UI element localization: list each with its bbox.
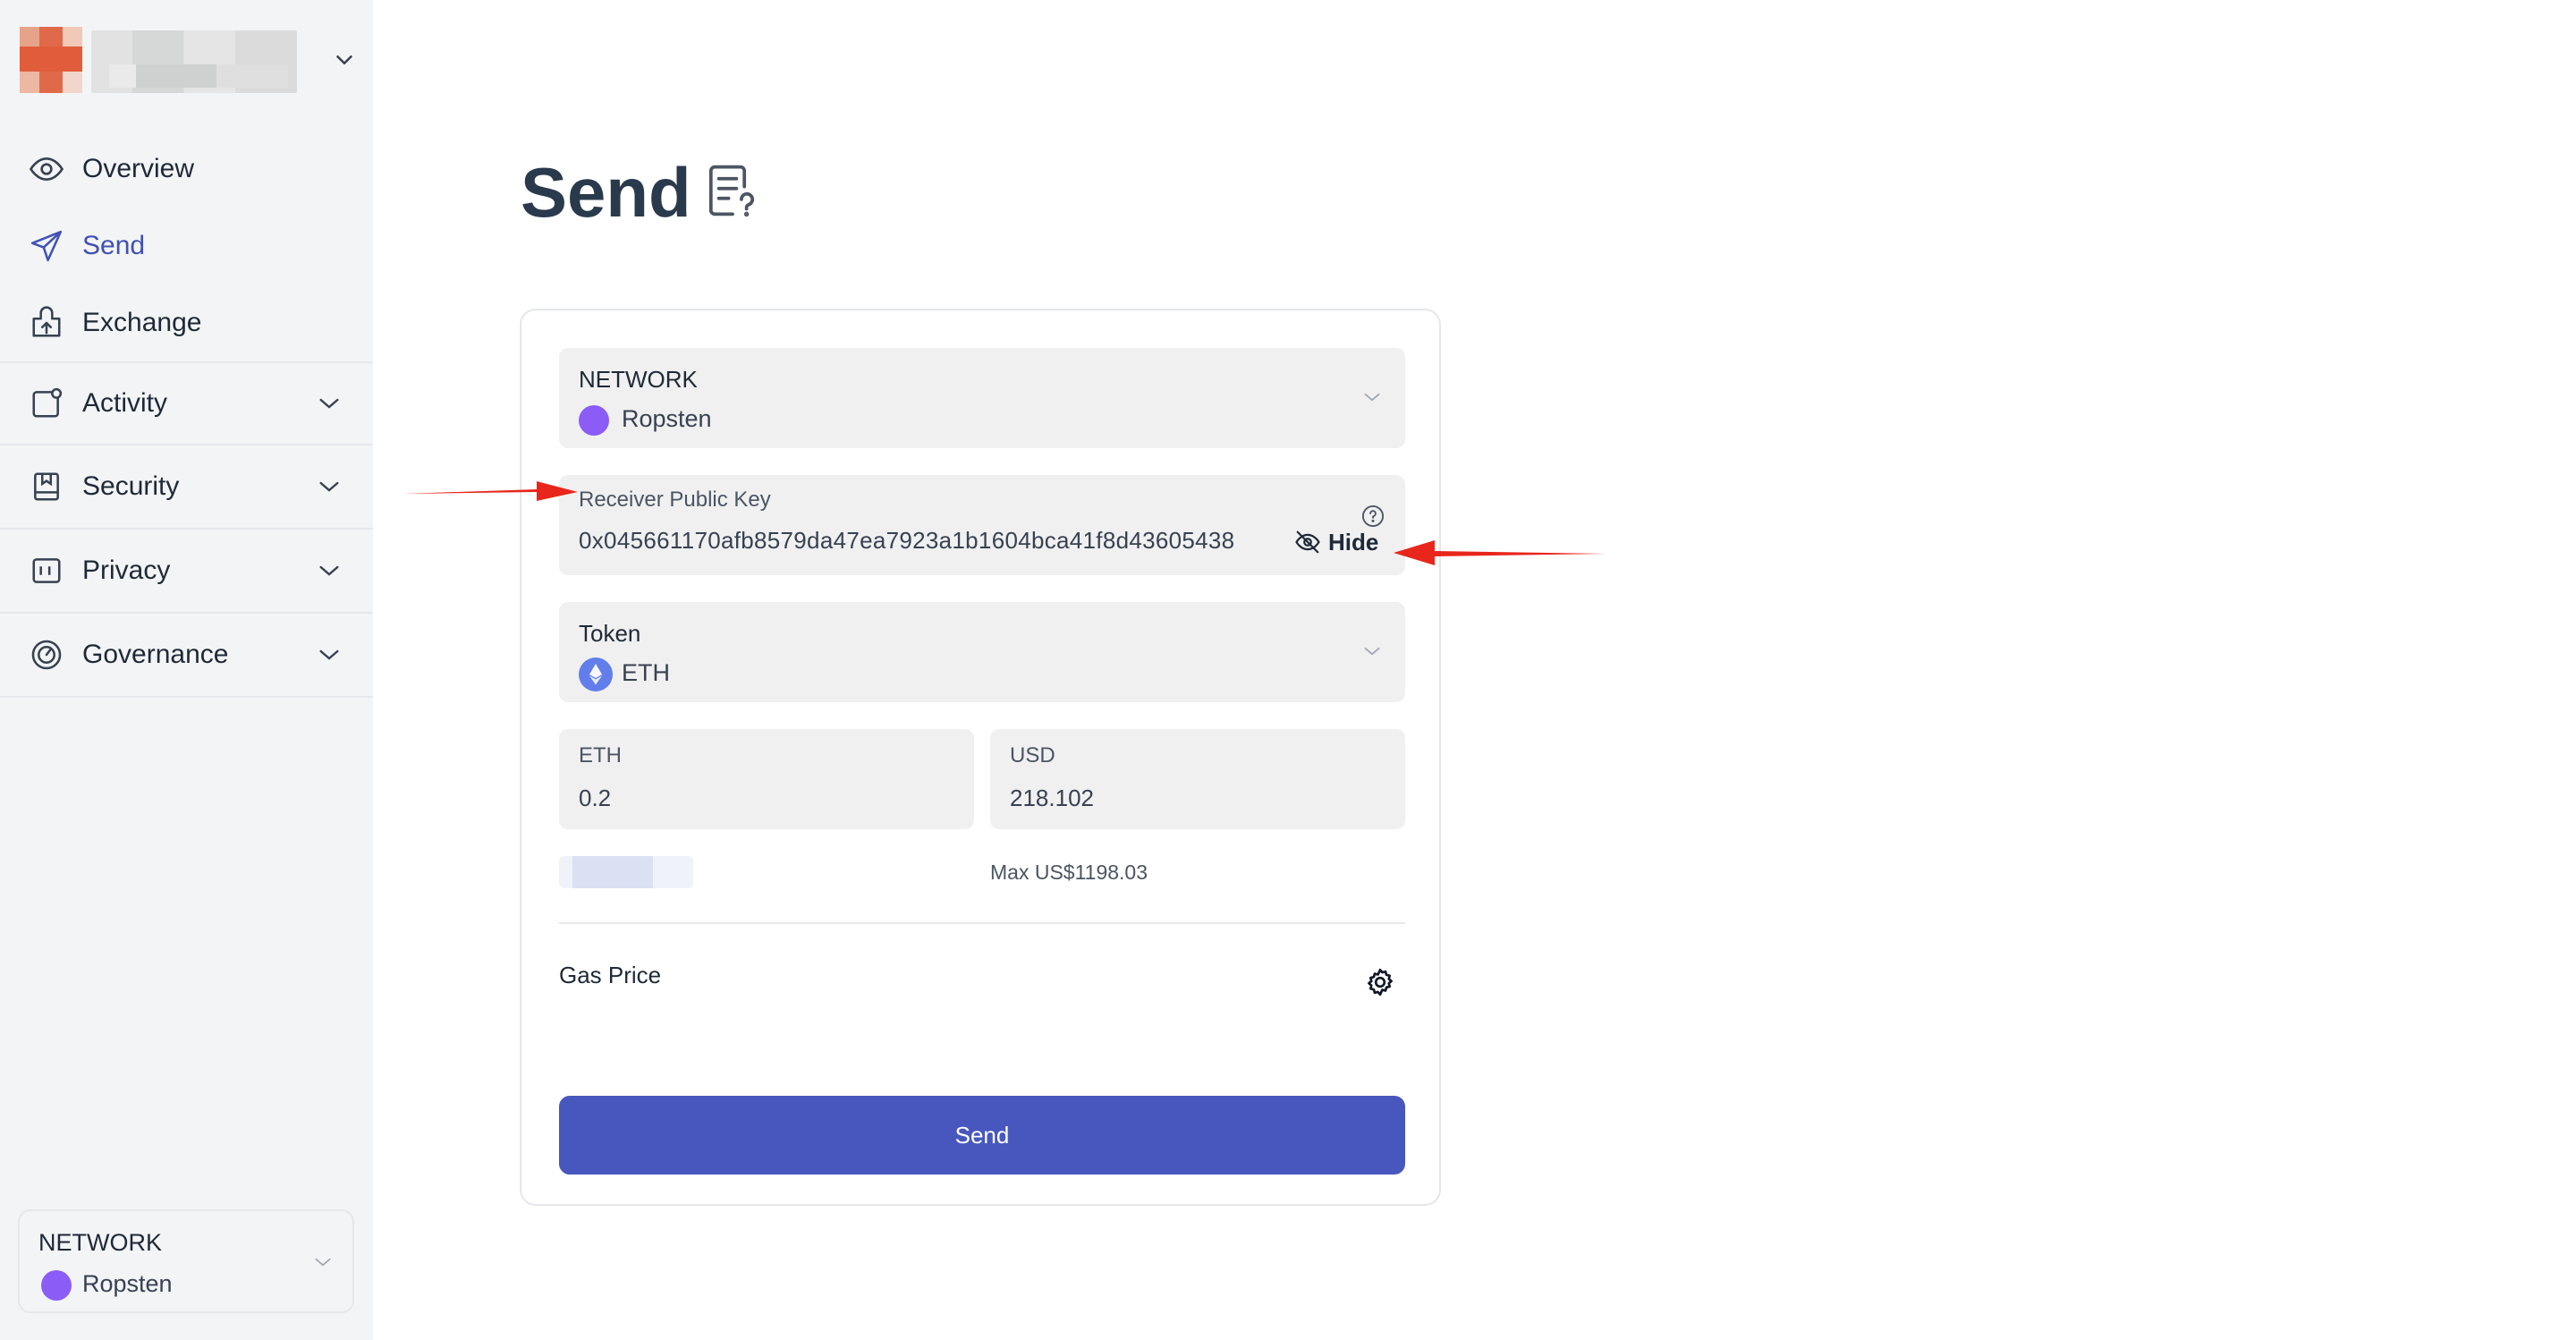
account-switcher[interactable] xyxy=(20,27,352,98)
usd-amount-label: USD xyxy=(1010,743,1055,768)
chevron-down-icon xyxy=(315,1258,331,1267)
sidebar-item-security[interactable]: Security xyxy=(0,445,373,530)
eth-amount-field[interactable]: ETH 0.2 xyxy=(559,729,974,829)
exchange-icon xyxy=(29,305,64,341)
receiver-public-key-label: Receiver Public Key xyxy=(579,488,771,512)
network-select[interactable]: NETWORK Ropsten xyxy=(559,348,1405,448)
token-select-label: Token xyxy=(579,620,641,647)
send-icon xyxy=(29,228,64,264)
max-amount-text[interactable]: Max US$1198.03 xyxy=(990,861,1148,885)
balance-redacted xyxy=(559,856,693,888)
token-select[interactable]: Token ETH xyxy=(559,602,1405,702)
chevron-down-icon[interactable] xyxy=(315,472,343,501)
sidebar-item-label: Overview xyxy=(82,154,195,183)
network-label: NETWORK xyxy=(38,1229,162,1256)
gas-price-label: Gas Price xyxy=(559,962,662,988)
sidebar-item-activity[interactable]: Activity xyxy=(0,361,373,445)
chevron-down-icon[interactable] xyxy=(315,389,343,418)
send-button[interactable]: Send xyxy=(559,1096,1405,1175)
account-avatar xyxy=(20,27,82,93)
eye-off-icon xyxy=(1295,530,1320,554)
eye-icon xyxy=(29,151,64,187)
receiver-public-key-input[interactable]: 0x045661170afb8579da47ea7923a1b1604bca41… xyxy=(579,527,1285,555)
chevron-down-icon[interactable] xyxy=(315,556,343,585)
chevron-down-icon[interactable] xyxy=(331,47,358,73)
usd-amount-field[interactable]: USD 218.102 xyxy=(990,729,1405,829)
privacy-icon xyxy=(29,553,64,589)
divider xyxy=(559,922,1405,924)
sidebar-item-label: Exchange xyxy=(82,308,202,337)
chevron-down-icon[interactable] xyxy=(315,640,343,669)
chevron-down-icon xyxy=(1364,647,1380,656)
sidebar-item-privacy[interactable]: Privacy xyxy=(0,530,373,614)
token-select-value: ETH xyxy=(622,659,670,686)
receiver-public-key-field[interactable]: Receiver Public Key 0x045661170afb8579da… xyxy=(559,475,1405,575)
usd-amount-input[interactable]: 218.102 xyxy=(1010,784,1094,812)
ropsten-network-dot xyxy=(579,405,609,436)
governance-icon xyxy=(29,637,64,673)
sidebar: Overview Send Exchange Activity Security xyxy=(0,0,373,1340)
sidebar-item-exchange[interactable]: Exchange xyxy=(0,284,373,361)
network-selector-sidebar[interactable]: NETWORK Ropsten xyxy=(18,1209,354,1313)
eth-amount-input[interactable]: 0.2 xyxy=(579,784,611,812)
hide-key-label: Hide xyxy=(1328,528,1379,556)
network-select-value: Ropsten xyxy=(622,405,712,432)
question-circle-icon[interactable] xyxy=(1360,504,1385,529)
gear-icon[interactable] xyxy=(1364,966,1396,998)
network-select-label: NETWORK xyxy=(579,366,698,393)
sidebar-item-overview[interactable]: Overview xyxy=(0,131,373,208)
account-name-redacted xyxy=(91,30,297,93)
activity-icon xyxy=(29,386,64,421)
send-form-card: NETWORK Ropsten Receiver Public Key 0x04… xyxy=(520,309,1441,1206)
sidebar-item-label: Privacy xyxy=(82,556,171,585)
page-title: Send xyxy=(521,153,691,232)
annotation-arrow-icon xyxy=(1394,540,1606,565)
hide-key-button[interactable]: Hide xyxy=(1294,527,1378,557)
sidebar-item-governance[interactable]: Governance xyxy=(0,614,373,698)
sidebar-item-label: Send xyxy=(82,231,146,260)
eth-amount-label: ETH xyxy=(579,743,622,768)
help-document-icon[interactable] xyxy=(705,161,760,220)
sidebar-item-label: Activity xyxy=(82,388,168,418)
sidebar-item-label: Governance xyxy=(82,640,229,669)
ropsten-network-dot xyxy=(41,1270,72,1301)
eth-coin-icon xyxy=(579,657,613,691)
network-value: Ropsten xyxy=(82,1270,173,1297)
chevron-down-icon xyxy=(1364,393,1380,402)
annotation-arrow-icon xyxy=(402,481,578,501)
sidebar-item-send[interactable]: Send xyxy=(0,208,373,284)
security-icon xyxy=(29,469,64,505)
sidebar-item-label: Security xyxy=(82,471,180,501)
